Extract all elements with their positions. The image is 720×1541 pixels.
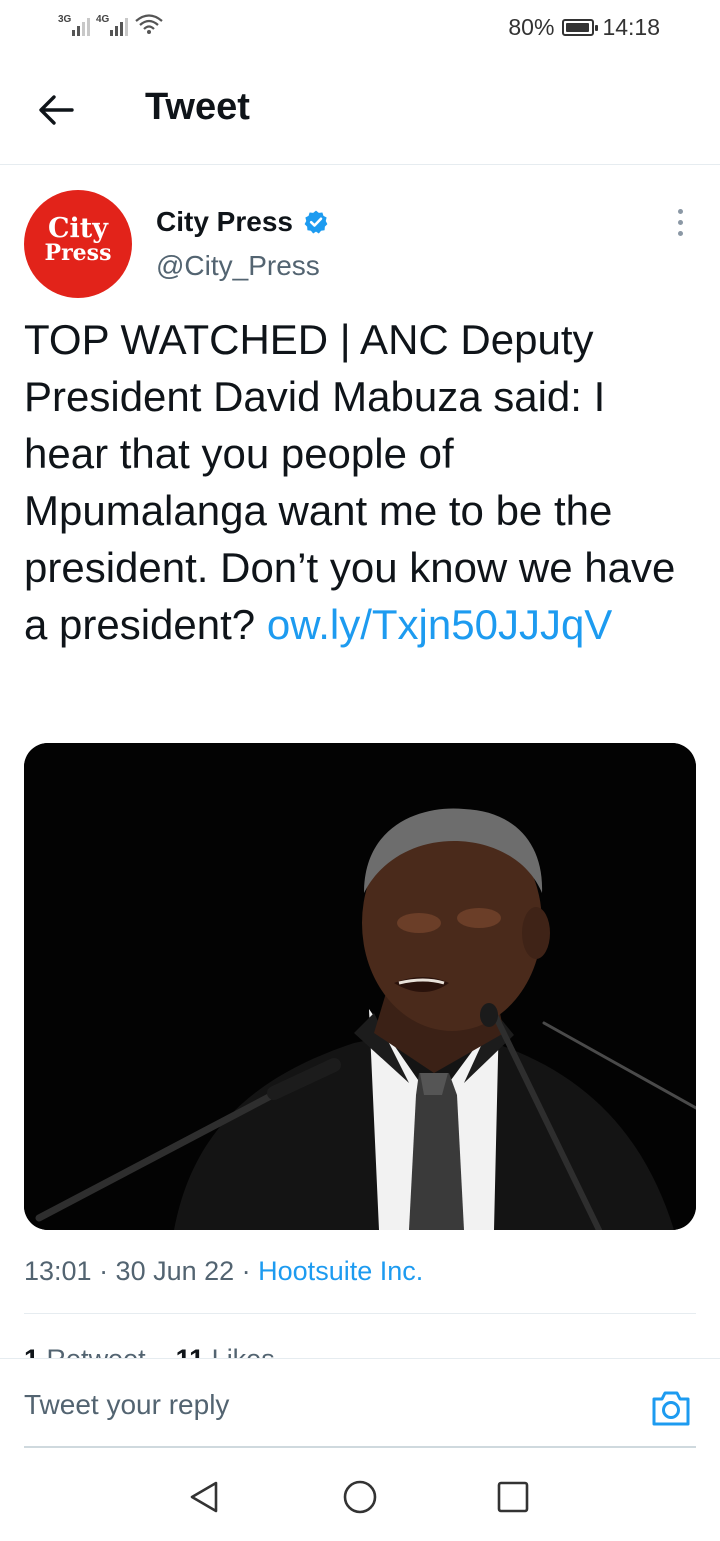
signal-3g-icon: 3G bbox=[58, 12, 90, 36]
more-vertical-icon[interactable] bbox=[670, 206, 690, 238]
verified-badge-icon bbox=[304, 210, 328, 234]
retweets-label: Retweet bbox=[47, 1344, 146, 1358]
reply-underline bbox=[24, 1446, 696, 1448]
avatar-logo-line2: Press bbox=[44, 240, 112, 266]
author-handle[interactable]: @City_Press bbox=[156, 250, 320, 282]
status-right: 80% 14:18 bbox=[508, 14, 660, 41]
network-type-label: 4G bbox=[96, 14, 110, 25]
author-name-label: City Press bbox=[156, 206, 293, 237]
author-name[interactable]: City Press bbox=[156, 206, 329, 238]
retweets-count: 1 bbox=[24, 1344, 39, 1358]
likes-stat[interactable]: 11 Likes bbox=[176, 1344, 275, 1358]
tweet-photo[interactable] bbox=[24, 743, 696, 1230]
tweet-text: TOP WATCHED | ANC Deputy President David… bbox=[24, 311, 696, 653]
tweet-body: TOP WATCHED | ANC Deputy President David… bbox=[24, 316, 676, 648]
arrow-left-icon[interactable] bbox=[34, 88, 78, 132]
signal-4g-icon: 4G bbox=[96, 12, 128, 36]
reply-bar: Tweet your reply bbox=[0, 1358, 720, 1448]
tweet-link[interactable]: ow.ly/Txjn50JJJqV bbox=[267, 601, 612, 648]
retweets-stat[interactable]: 1 Retweet bbox=[24, 1344, 146, 1358]
reply-input[interactable]: Tweet your reply bbox=[24, 1389, 229, 1421]
likes-label: Likes bbox=[212, 1344, 275, 1358]
camera-icon[interactable] bbox=[650, 1388, 692, 1428]
network-type-label: 3G bbox=[58, 14, 72, 25]
status-left-icons: 3G 4G bbox=[58, 12, 164, 36]
tweet-source-link[interactable]: Hootsuite Inc. bbox=[258, 1256, 423, 1286]
status-bar: 3G 4G 80% 14:18 bbox=[0, 0, 720, 54]
avatar-logo-line1: City bbox=[48, 213, 108, 244]
circle-home-icon[interactable] bbox=[342, 1479, 378, 1515]
page-title: Tweet bbox=[145, 86, 250, 128]
battery-icon bbox=[562, 19, 599, 36]
tweet-timestamp: 13:01 · 30 Jun 22 · Hootsuite Inc. bbox=[24, 1256, 423, 1287]
triangle-back-icon[interactable] bbox=[186, 1479, 222, 1515]
system-nav-bar bbox=[0, 1449, 720, 1541]
clock: 14:18 bbox=[602, 14, 660, 40]
timestamp-text: 13:01 · 30 Jun 22 · bbox=[24, 1256, 259, 1286]
tweet-stats[interactable]: 1 Retweet 11 Likes bbox=[24, 1340, 275, 1358]
wifi-icon bbox=[135, 14, 163, 34]
speaker-photo-illustration bbox=[24, 743, 696, 1230]
likes-count: 11 bbox=[176, 1344, 205, 1358]
avatar[interactable]: City Press bbox=[24, 190, 132, 298]
square-recents-icon[interactable] bbox=[495, 1479, 531, 1515]
battery-percent: 80% bbox=[508, 14, 555, 40]
divider bbox=[24, 1313, 696, 1314]
app-header: Tweet bbox=[0, 54, 720, 165]
